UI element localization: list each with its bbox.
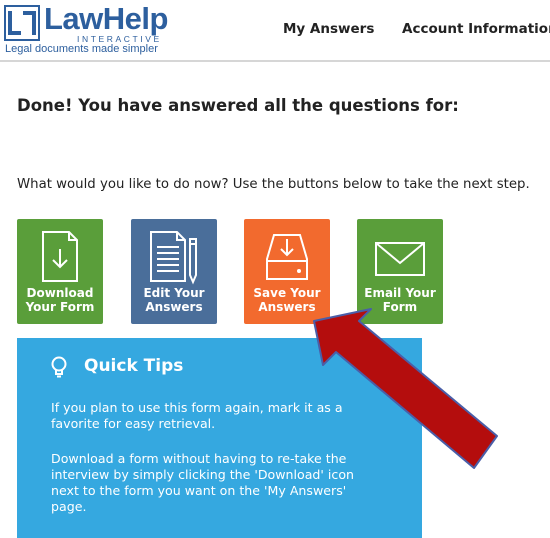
logo-mark-icon (4, 5, 40, 41)
save-drive-icon (266, 234, 308, 280)
edit-answers-label: Edit Your Answers (143, 286, 205, 314)
nav-account-information[interactable]: Account Information (402, 21, 550, 37)
nav-my-answers[interactable]: My Answers (283, 21, 374, 37)
email-form-label: Email Your Form (364, 286, 436, 314)
edit-answers-button[interactable]: Edit Your Answers (131, 219, 217, 324)
quick-tips-panel: Quick Tips If you plan to use this form … (17, 338, 422, 538)
next-step-prompt: What would you like to do now? Use the b… (17, 177, 530, 192)
quick-tip: If you plan to use this form again, mark… (51, 400, 343, 431)
site-header: LawHelp INTERACTIVE Legal documents made… (0, 0, 550, 62)
edit-document-pencil-icon (150, 231, 197, 285)
done-heading: Done! You have answered all the question… (17, 96, 459, 115)
logo-tagline: Legal documents made simpler (5, 43, 158, 55)
download-document-icon (42, 231, 78, 282)
save-answers-label: Save Your Answers (253, 286, 321, 314)
logo-name: LawHelp (44, 1, 168, 36)
lightbulb-icon (51, 356, 67, 378)
download-form-label: Download Your Form (25, 286, 95, 314)
envelope-icon (375, 242, 425, 276)
save-answers-button[interactable]: Save Your Answers (244, 219, 330, 324)
quick-tip: Download a form without having to re-tak… (51, 451, 355, 514)
quick-tips-title: Quick Tips (84, 356, 184, 376)
lawhelp-logo[interactable]: LawHelp INTERACTIVE Legal documents made… (4, 3, 168, 57)
download-form-button[interactable]: Download Your Form (17, 219, 103, 324)
email-form-button[interactable]: Email Your Form (357, 219, 443, 324)
